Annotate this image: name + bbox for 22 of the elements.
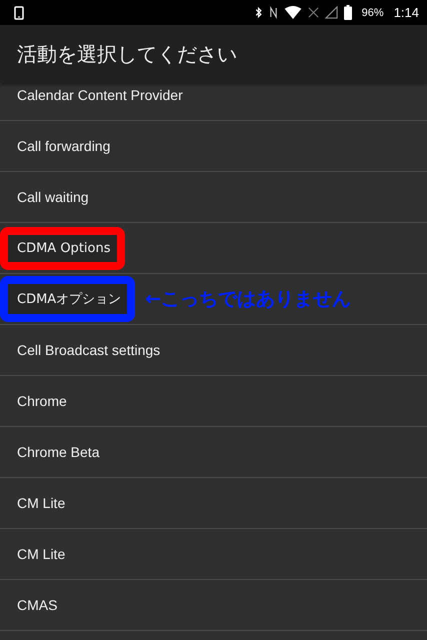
list-item[interactable]: Chrome [17, 393, 67, 409]
list-item[interactable]: CM Lite [17, 546, 66, 562]
bluetooth-icon [254, 6, 263, 19]
annotation-text: ←こっちではありません [145, 287, 352, 312]
battery-percent: 96% [362, 6, 384, 18]
dialog-title: 活動を選択してください [17, 40, 237, 68]
list-item[interactable]: Chrome Beta [17, 444, 100, 460]
nfc-icon [268, 6, 278, 19]
list-item[interactable]: Call waiting [17, 189, 89, 205]
highlight-box[interactable]: CDMAオプション [0, 276, 136, 322]
phone-icon [14, 6, 24, 20]
no-signal-icon [308, 7, 319, 18]
list-item[interactable]: CM Lite [17, 495, 66, 511]
list-item[interactable]: Calendar Content Provider [17, 87, 183, 103]
battery-icon [344, 5, 352, 20]
highlight-box[interactable]: CDMA Options [0, 226, 124, 270]
list-item[interactable]: Cell Broadcast settings [17, 342, 160, 358]
signal-icon [324, 6, 338, 19]
wifi-icon [284, 6, 302, 19]
clock: 1:14 [394, 5, 419, 20]
list-item[interactable]: Call forwarding [17, 138, 110, 154]
list-item[interactable]: CMAS [17, 597, 58, 613]
